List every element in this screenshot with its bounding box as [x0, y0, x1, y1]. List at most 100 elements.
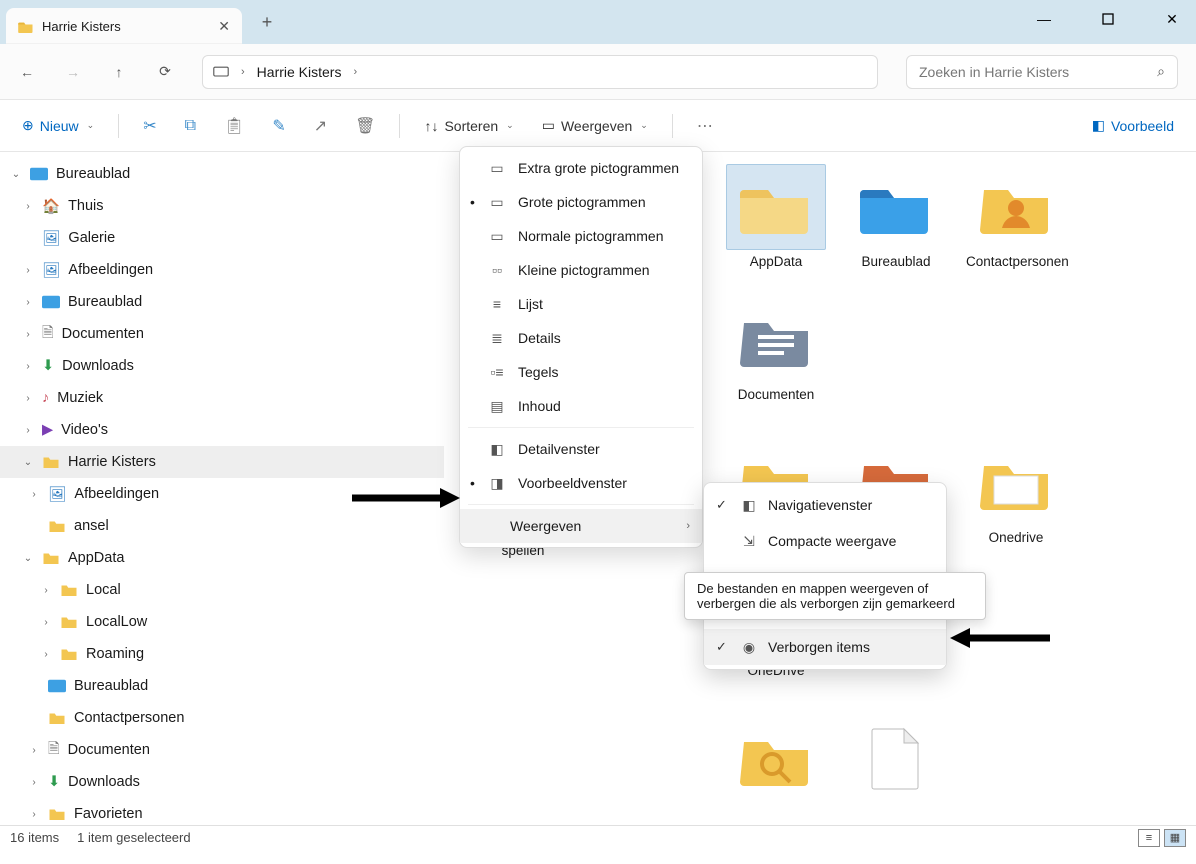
check-icon: ✓: [716, 639, 727, 655]
menu-item-compact-view[interactable]: ⇲Compacte weergave: [704, 523, 946, 559]
sidebar-item-ansel[interactable]: ansel: [0, 510, 444, 542]
menu-label: Voorbeeldvenster: [518, 475, 627, 491]
menu-label: Detailvenster: [518, 441, 600, 457]
sidebar-item-harrie-kisters[interactable]: ⌄Harrie Kisters: [0, 446, 444, 478]
menu-item-list[interactable]: ≡Lijst: [460, 287, 702, 321]
menu-item-hidden-items[interactable]: ✓◉Verborgen items: [704, 629, 946, 665]
desktop-icon: [42, 294, 60, 310]
separator: [118, 114, 119, 138]
menu-item-medium[interactable]: ▭Normale pictogrammen: [460, 219, 702, 253]
share-button[interactable]: ↗: [304, 110, 337, 142]
sidebar-label: Roaming: [86, 646, 144, 662]
preview-button[interactable]: ◧ Voorbeeld: [1082, 111, 1184, 140]
sidebar-label: Bureaublad: [56, 166, 130, 182]
sidebar-item-documenten[interactable]: ›🗎Documenten: [0, 318, 444, 350]
annotation-arrow-left: [352, 486, 462, 510]
sort-label: Sorteren: [444, 118, 498, 134]
chevron-down-icon: ⌄: [87, 120, 95, 131]
file-item-bureaublad[interactable]: Bureaublad: [846, 164, 946, 271]
sidebar-item-locallow[interactable]: ›LocalLow: [0, 606, 444, 638]
menu-item-large[interactable]: •▭Grote pictogrammen: [460, 185, 702, 219]
view-button[interactable]: ▭ Weergeven ⌄: [532, 111, 658, 140]
menu-item-extra-large[interactable]: ▭Extra grote pictogrammen: [460, 151, 702, 185]
check-icon: ✓: [716, 497, 727, 513]
sidebar-item-bureaublad[interactable]: ›Bureaublad: [0, 286, 444, 318]
sidebar-item-videos[interactable]: ›▶Video's: [0, 414, 444, 446]
chevron-right-icon: ›: [22, 393, 34, 404]
sidebar-item-contactpersonen[interactable]: Contactpersonen: [0, 702, 444, 734]
pictures-icon: 🖼: [42, 262, 60, 279]
sidebar-label: Documenten: [62, 326, 144, 342]
chevron-right-icon: ›: [28, 745, 40, 756]
sidebar-item-afbeeldingen[interactable]: ›🖼Afbeeldingen: [0, 254, 444, 286]
new-button[interactable]: ⊕ Nieuw ⌄: [12, 111, 104, 140]
cut-button[interactable]: ✂: [133, 110, 166, 142]
sidebar-item-appdata[interactable]: ⌄AppData: [0, 542, 444, 574]
menu-item-small[interactable]: ▫▫Kleine pictogrammen: [460, 253, 702, 287]
file-item-contactpersonen[interactable]: Contactpersonen: [966, 164, 1066, 271]
sidebar-label: Harrie Kisters: [68, 454, 156, 470]
sidebar-label: Video's: [61, 422, 108, 438]
sidebar-item-roaming[interactable]: ›Roaming: [0, 638, 444, 670]
window-controls: — ✕: [1024, 0, 1192, 38]
sidebar-item-local[interactable]: ›Local: [0, 574, 444, 606]
menu-label: Grote pictogrammen: [518, 194, 646, 210]
file-item-documenten[interactable]: Documenten: [726, 297, 826, 404]
search-placeholder: Zoeken in Harrie Kisters: [919, 64, 1069, 80]
rename-button[interactable]: ✎: [262, 110, 295, 142]
folder-icon: [60, 646, 78, 662]
chevron-right-icon: ›: [353, 66, 357, 78]
back-button[interactable]: ←: [18, 63, 36, 81]
search-input[interactable]: Zoeken in Harrie Kisters ⌕: [906, 55, 1178, 89]
more-button[interactable]: ⋯: [687, 110, 723, 142]
new-tab-button[interactable]: +: [252, 12, 282, 33]
chevron-right-icon: ›: [22, 201, 34, 212]
menu-item-preview-pane[interactable]: •◨Voorbeeldvenster: [460, 466, 702, 500]
copy-button[interactable]: ⧉: [175, 111, 206, 141]
menu-item-weergeven[interactable]: Weergeven›: [460, 509, 702, 543]
sidebar-item-muziek[interactable]: ›♪Muziek: [0, 382, 444, 414]
menu-item-detail-pane[interactable]: ◧Detailvenster: [460, 432, 702, 466]
folder-icon: [42, 454, 60, 470]
menu-item-navigation-pane[interactable]: ✓◧Navigatievenster: [704, 487, 946, 523]
sidebar-item-bureaublad[interactable]: ⌄Bureaublad: [0, 158, 444, 190]
desktop-icon: [48, 678, 66, 694]
forward-button[interactable]: →: [64, 63, 82, 81]
minimize-button[interactable]: —: [1024, 2, 1064, 36]
maximize-button[interactable]: [1088, 2, 1128, 36]
chevron-down-icon: ⌄: [640, 120, 648, 131]
icons-view-button[interactable]: ▦: [1164, 829, 1186, 847]
preview-pane-icon: ◧: [1092, 117, 1105, 134]
sidebar-item-thuis[interactable]: ›🏠Thuis: [0, 190, 444, 222]
menu-item-content[interactable]: ▤Inhoud: [460, 389, 702, 423]
sidebar-item-bureaublad[interactable]: Bureaublad: [0, 670, 444, 702]
sidebar-label: AppData: [68, 550, 124, 566]
sidebar-item-galerie[interactable]: 🖼Galerie: [0, 222, 444, 254]
sidebar-item-downloads[interactable]: ›⬇Downloads: [0, 350, 444, 382]
details-view-button[interactable]: ≡: [1138, 829, 1160, 847]
file-item-appdata[interactable]: AppData: [726, 164, 826, 271]
sidebar-item-downloads[interactable]: ›⬇Downloads: [0, 766, 444, 798]
tab[interactable]: Harrie Kisters ✕: [6, 8, 242, 44]
close-button[interactable]: ✕: [1152, 2, 1192, 36]
breadcrumb[interactable]: › Harrie Kisters ›: [202, 55, 878, 89]
chevron-right-icon: ›: [22, 329, 34, 340]
file-label: Documenten: [726, 387, 826, 404]
paste-button[interactable]: 📋︎: [214, 110, 254, 142]
delete-button[interactable]: 🗑︎: [345, 110, 385, 142]
sort-button[interactable]: ↑↓ Sorteren ⌄: [414, 112, 523, 140]
menu-label: Compacte weergave: [768, 533, 896, 549]
file-item-search[interactable]: [726, 716, 826, 802]
view-menu[interactable]: ▭Extra grote pictogrammen •▭Grote pictog…: [459, 146, 703, 548]
refresh-button[interactable]: ⟳: [156, 63, 174, 81]
documents-folder-icon: [740, 311, 812, 369]
file-item-onedrive[interactable]: Onedrive: [966, 440, 1066, 547]
menu-item-tiles[interactable]: ▫≡Tegels: [460, 355, 702, 389]
up-button[interactable]: ↑: [110, 63, 128, 81]
file-item-file[interactable]: [846, 716, 946, 802]
sidebar-item-documenten[interactable]: ›🗎Documenten: [0, 734, 444, 766]
sidebar-label: Galerie: [68, 230, 115, 246]
breadcrumb-current[interactable]: Harrie Kisters: [257, 64, 342, 80]
close-tab-icon[interactable]: ✕: [218, 18, 230, 35]
menu-item-details[interactable]: ≣Details: [460, 321, 702, 355]
